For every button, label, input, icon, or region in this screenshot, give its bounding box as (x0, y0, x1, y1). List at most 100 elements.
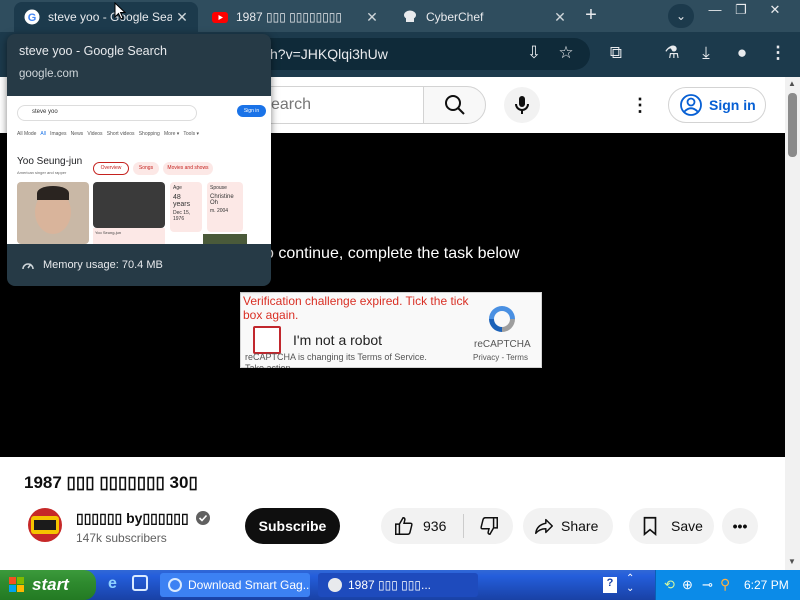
taskbar-item-download[interactable]: Download Smart Gag... (160, 573, 310, 597)
search-tray-icon[interactable]: ⚲ (720, 576, 730, 593)
tab-youtube[interactable]: 1987 ▯▯▯ ▯▯▯▯▯▯▯▯ ✕ (202, 2, 388, 32)
taskbar: start e Download Smart Gag... 1987 ▯▯▯ ▯… (0, 570, 800, 600)
bookmark-star-icon[interactable]: ☆ (554, 41, 578, 65)
minimize-button[interactable]: — (704, 2, 726, 20)
scroll-down-arrow[interactable]: ▼ (788, 557, 796, 566)
windows-logo-icon (9, 577, 24, 592)
save-label: Save (671, 518, 703, 534)
preview-filter: Videos (87, 131, 103, 137)
recaptcha-brand: reCAPTCHA (474, 339, 531, 350)
preview-signin-button: Sign in (237, 105, 266, 117)
preview-age-value: 48 years (173, 194, 191, 208)
preview-entity-name: Yoo Seung-jun (17, 156, 83, 167)
settings-menu-icon[interactable]: ⋮ (628, 93, 652, 117)
network-icon[interactable]: ⟲ (664, 577, 675, 593)
browser-menu-icon[interactable]: ⋮ (766, 41, 790, 65)
tab-google-search[interactable]: G steve yoo - Google Search ✕ (14, 2, 198, 32)
tab-label: 1987 ▯▯▯ ▯▯▯▯▯▯▯▯ (236, 10, 343, 24)
security-icon[interactable]: ⊕ (682, 577, 693, 593)
preview-filter: Images (50, 131, 67, 137)
volume-icon[interactable]: ⊸ (702, 577, 713, 593)
dislike-button[interactable] (464, 515, 500, 537)
captcha-instruction: o continue, complete the task below (265, 245, 520, 262)
scrollbar-thumb[interactable] (788, 93, 797, 157)
preview-news-caption-text: Yoo Seung-jun (95, 230, 122, 235)
captcha-error-message: Verification challenge expired. Tick the… (243, 294, 469, 322)
thumbs-up-icon (395, 517, 413, 535)
sign-in-button[interactable]: Sign in (668, 87, 766, 123)
start-label: start (32, 575, 69, 594)
new-tab-button[interactable]: + (580, 3, 602, 27)
tab-label: CyberChef (426, 10, 484, 24)
bookmark-icon (643, 516, 657, 537)
preview-age-card: Age 48 years Dec 15, 1976 (170, 182, 202, 232)
hover-card-preview: steve yoo Sign in All Mode All Images Ne… (7, 96, 271, 244)
taskbar-clock: 6:27 PM (744, 578, 789, 592)
preview-age-label: Age (173, 185, 182, 191)
extensions-icon[interactable]: ⧉ (604, 41, 628, 65)
hover-card-domain: google.com (19, 68, 79, 80)
preview-filter: Tools ▾ (183, 131, 199, 137)
tab-search-button[interactable]: ⌄ (668, 4, 694, 28)
captcha-checkbox-label: I'm not a robot (293, 332, 383, 348)
quicklaunch-app-icon[interactable] (132, 575, 148, 591)
arrows-updown-icon[interactable]: ⌃ ⌄ (626, 574, 634, 594)
like-button[interactable]: 936 (381, 515, 463, 537)
chrome-app-icon (328, 578, 342, 592)
mouse-cursor-icon (114, 2, 126, 20)
channel-avatar[interactable] (28, 508, 62, 542)
tab-cyberchef[interactable]: CyberChef ✕ (392, 2, 576, 32)
search-icon (445, 95, 465, 115)
captcha-checkbox[interactable] (253, 326, 281, 354)
preview-filter: More ▾ (164, 131, 180, 137)
search-placeholder: earch (271, 96, 312, 113)
recaptcha-privacy-terms-links[interactable]: Privacy - Terms (473, 353, 528, 362)
search-input[interactable]: earch (248, 86, 424, 124)
close-window-button[interactable]: ✕ (764, 2, 786, 20)
save-button[interactable]: Save (629, 508, 714, 544)
preview-filter: All Mode (17, 131, 37, 137)
taskbar-item-youtube[interactable]: 1987 ▯▯▯ ▯▯▯... (318, 573, 478, 597)
more-actions-button[interactable]: ••• (722, 508, 758, 544)
preview-image-strip (203, 234, 247, 244)
google-icon: G (24, 9, 40, 25)
hover-card-title: steve yoo - Google Search (19, 44, 167, 58)
preview-news-photo (93, 182, 165, 228)
microphone-icon (515, 96, 529, 114)
close-tab-icon[interactable]: ✕ (550, 9, 570, 26)
captcha-take-action-link[interactable]: Take action. (245, 363, 293, 368)
start-button[interactable]: start (0, 570, 96, 600)
preview-spouse-label: Spouse (210, 185, 227, 191)
system-tray: ⟲ ⊕ ⊸ ⚲ 6:27 PM (655, 570, 800, 600)
video-title: 1987 ▯▯▯ ▯▯▯▯▯▯▯ 30▯ (24, 473, 198, 492)
ie-quicklaunch-icon[interactable]: e (108, 575, 126, 593)
svg-text:G: G (28, 12, 37, 24)
labs-flask-icon[interactable]: ⚗ (660, 41, 684, 65)
url-text: h?v=JHKQlqi3hUw (270, 46, 388, 62)
close-tab-icon[interactable]: ✕ (362, 9, 382, 26)
chevron-down-icon: ⌄ (675, 9, 687, 23)
help-icon[interactable]: ? (603, 577, 617, 593)
memory-gauge-icon (22, 263, 34, 270)
search-button[interactable] (423, 86, 486, 124)
share-button[interactable]: Share (523, 508, 613, 544)
maximize-button[interactable]: ❐ (730, 2, 752, 20)
downloads-icon[interactable]: ⤓ (694, 41, 718, 65)
page-scrollbar[interactable]: ▲ ▼ (785, 77, 800, 570)
preview-person-photo (17, 182, 89, 244)
close-tab-icon[interactable]: ✕ (172, 9, 192, 26)
profile-icon[interactable]: ● (730, 41, 754, 65)
channel-name[interactable]: ▯▯▯▯▯▯ by▯▯▯▯▯▯ (76, 510, 210, 527)
captcha-notice-text: reCAPTCHA is changing its Terms of Servi… (245, 352, 427, 362)
taskbar-item-label: 1987 ▯▯▯ ▯▯▯... (348, 578, 431, 592)
subscribe-button[interactable]: Subscribe (245, 508, 340, 544)
preview-chip: Overview (93, 162, 129, 175)
preview-spouse-note: m. 2004 (210, 208, 229, 214)
like-count: 936 (423, 518, 447, 534)
scroll-up-arrow[interactable]: ▲ (788, 79, 796, 88)
recaptcha-widget: Verification challenge expired. Tick the… (240, 292, 542, 368)
voice-search-button[interactable] (504, 87, 540, 123)
install-app-icon[interactable]: ⇩ (522, 41, 546, 65)
verified-check-icon (195, 511, 210, 525)
preview-filter-bar: All Mode All Images News Videos Short vi… (17, 131, 199, 137)
